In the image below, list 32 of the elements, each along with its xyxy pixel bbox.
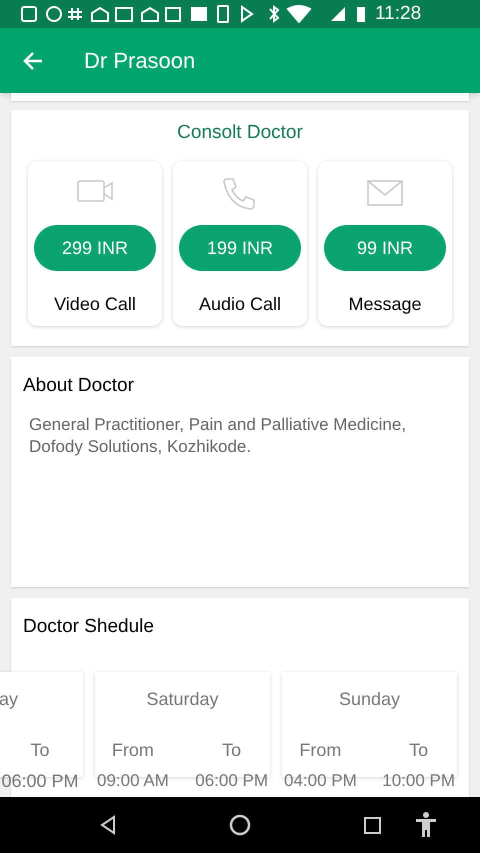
screen-title: Dr Prasoon <box>84 47 196 75</box>
option-label: Video Call <box>54 293 136 316</box>
day-name: Saturday <box>146 688 219 711</box>
battery-icon <box>356 5 366 23</box>
time-value: 06:00 PM <box>1 770 79 793</box>
time-value: 10:00 PM <box>382 770 455 792</box>
time-value: 09:00 AM <box>97 770 169 792</box>
home-icon[interactable] <box>229 814 251 836</box>
time-label: To <box>30 738 50 762</box>
time-label: From <box>112 738 154 762</box>
time-value: 04:00 PM <box>284 770 357 792</box>
price-button[interactable]: 199 INR <box>179 225 301 272</box>
accessibility-icon[interactable] <box>415 812 437 838</box>
option-label: Message <box>348 293 422 316</box>
back-icon[interactable] <box>98 815 118 835</box>
time-label: To <box>409 738 428 762</box>
time-label: To <box>222 738 242 762</box>
time-label: From <box>299 738 342 762</box>
recents-icon[interactable] <box>364 816 381 834</box>
day-name: ay <box>0 688 18 711</box>
section-title: Doctor Shedule <box>23 615 154 640</box>
option-label: Audio Call <box>198 293 282 316</box>
price-button[interactable]: 99 INR <box>324 225 446 272</box>
back-arrow-icon[interactable] <box>22 50 44 70</box>
clock-time: 11:28 <box>375 2 422 26</box>
time-value: 06:00 PM <box>195 770 268 792</box>
day-name: Sunday <box>338 688 400 711</box>
section-title: Consolt Doctor <box>177 120 303 145</box>
about-text: General Practitioner, Pain and Palliative Medicine, Dofody Solutions, Kozhikode. <box>29 414 408 458</box>
section-title: About Doctor <box>23 374 134 398</box>
price-button[interactable]: 299 INR <box>34 225 156 272</box>
signal-icon <box>329 5 347 23</box>
